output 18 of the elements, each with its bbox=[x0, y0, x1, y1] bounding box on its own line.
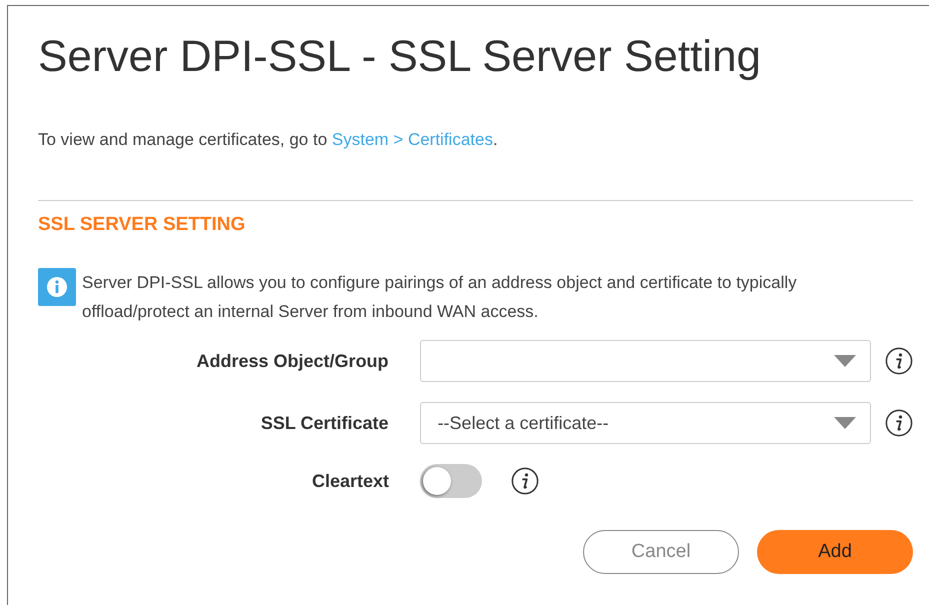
intro-text: To view and manage certificates, go to System > Certificates. bbox=[38, 130, 499, 150]
toggle-switch[interactable] bbox=[420, 464, 482, 498]
info-icon bbox=[38, 268, 76, 306]
info-icon[interactable] bbox=[885, 347, 913, 375]
section-heading: SSL SERVER SETTING bbox=[38, 214, 246, 236]
field-label: SSL Certificate bbox=[260, 412, 389, 434]
caret-icon bbox=[834, 417, 856, 429]
field-label: Address Object/Group bbox=[196, 350, 389, 372]
info-icon[interactable] bbox=[511, 467, 539, 495]
dropdown-field[interactable] bbox=[420, 340, 872, 382]
info-icon[interactable] bbox=[885, 409, 913, 437]
add-button[interactable]: Add bbox=[757, 530, 913, 574]
field-label: Cleartext bbox=[310, 470, 389, 492]
info-text: Server DPI-SSL allows you to configure pairings of an address object and certificate to typically offload/protect an internal Server from inbound WAN access. bbox=[82, 273, 797, 321]
dropdown-field[interactable]: --Select a certificate-- bbox=[420, 402, 872, 444]
page-title: Server DPI-SSL - SSL Server Setting bbox=[38, 31, 762, 82]
caret-icon bbox=[834, 355, 856, 367]
cancel-button[interactable]: Cancel bbox=[583, 530, 739, 574]
